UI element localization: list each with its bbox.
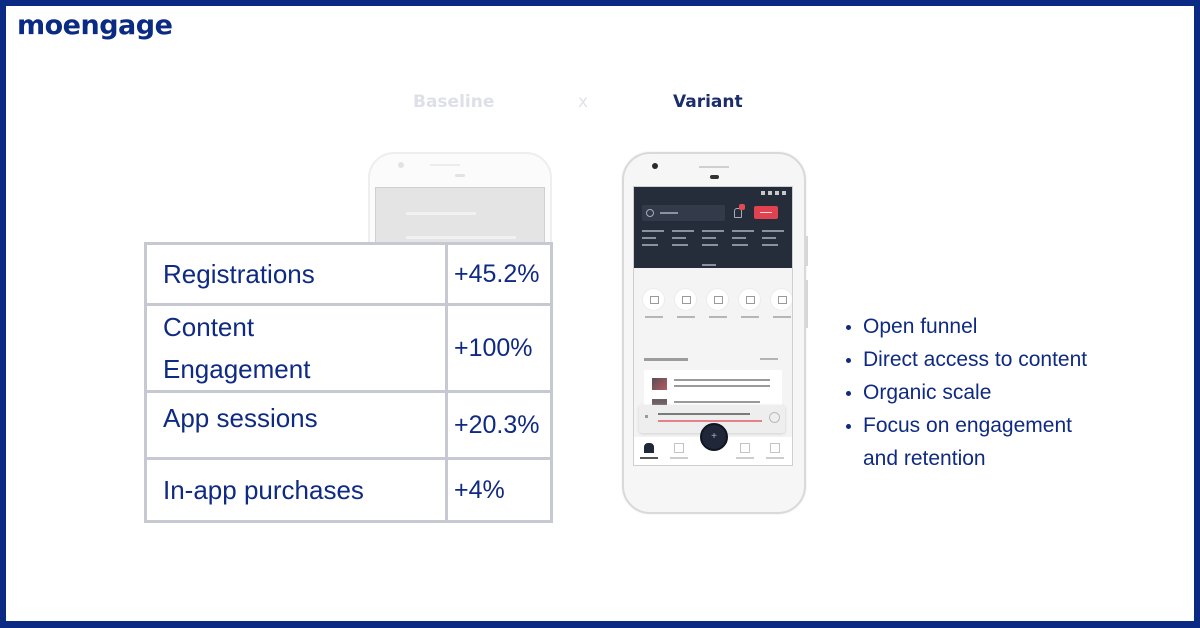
versus-separator: x	[578, 92, 589, 112]
metric-label-line: Content	[163, 312, 255, 342]
grid-icon	[770, 443, 780, 453]
cart-icon	[740, 443, 750, 453]
baseline-screen-text-placeholder	[406, 236, 516, 239]
benefit-text: Open funnel	[863, 315, 978, 338]
news-headline-line	[674, 385, 770, 387]
metric-label-line: Engagement	[163, 354, 311, 384]
drag-handle[interactable]	[702, 264, 716, 266]
add-fab-button[interactable]: +	[700, 423, 728, 451]
table-row: App sessions +20.3%	[144, 390, 553, 460]
list-item: Direct access to content	[846, 343, 1133, 376]
bullet-icon	[846, 391, 851, 396]
list-item: Organic scale	[846, 376, 1133, 409]
results-table: Registrations +45.2% Content Engagement …	[144, 242, 553, 523]
market-ticker	[702, 230, 724, 251]
exchange-icon	[674, 288, 697, 311]
folder-icon	[674, 443, 684, 453]
news-icon	[706, 288, 729, 311]
news-thumbnail	[652, 378, 667, 390]
table-row: Content Engagement +100%	[144, 303, 553, 393]
news-see-all-link[interactable]	[760, 358, 778, 360]
metric-label: Registrations	[144, 242, 448, 306]
benefits-list: Open funnel Direct access to content Org…	[846, 310, 1133, 475]
list-item: Open funnel	[846, 310, 1133, 343]
notification-badge	[739, 204, 745, 210]
status-bar	[761, 191, 786, 195]
metric-label: In-app purchases	[144, 457, 448, 523]
app-cta-button[interactable]	[754, 206, 778, 219]
benefit-text: Organic scale	[863, 381, 992, 404]
market-ticker	[762, 230, 784, 251]
phone-speaker	[430, 164, 460, 166]
shortcut-item[interactable]	[706, 288, 729, 318]
chart-icon	[738, 288, 761, 311]
nav-item-home[interactable]	[638, 443, 660, 459]
metric-label: Content Engagement	[144, 303, 448, 393]
benefit-text: Direct access to content	[863, 348, 1088, 371]
shortcut-item[interactable]	[770, 288, 792, 318]
metric-label: App sessions	[144, 390, 448, 460]
phone-side-button	[806, 236, 808, 266]
variant-phone-mockup: +	[622, 152, 808, 514]
benefit-text: and retention	[863, 447, 986, 470]
benefit-text: Focus on engagement	[863, 414, 1072, 437]
baseline-screen-title-placeholder	[406, 212, 476, 215]
table-row: Registrations +45.2%	[144, 242, 553, 306]
home-icon	[644, 443, 654, 453]
info-icon[interactable]	[769, 412, 780, 423]
toast-warning	[658, 420, 762, 422]
folder-icon	[642, 288, 665, 311]
app-search-box[interactable]	[642, 205, 725, 221]
metric-value: +20.3%	[445, 390, 553, 460]
nav-item-orders[interactable]	[734, 443, 756, 459]
app-header	[634, 187, 792, 268]
nav-item-more[interactable]	[764, 443, 786, 459]
phone-camera	[652, 163, 658, 169]
news-headline-line	[674, 401, 760, 403]
metric-value: +100%	[445, 303, 553, 393]
news-section-title	[644, 358, 688, 361]
bullet-icon	[846, 358, 851, 363]
bullet-icon	[846, 424, 851, 429]
market-ticker	[642, 230, 664, 251]
table-row: In-app purchases +4%	[144, 457, 553, 523]
market-ticker	[672, 230, 694, 251]
phone-camera	[398, 162, 404, 168]
search-icon	[646, 209, 654, 217]
bullet-icon	[846, 325, 851, 330]
shortcut-item[interactable]	[738, 288, 761, 318]
nav-item-folder[interactable]	[668, 443, 690, 459]
news-headline-line	[674, 379, 770, 381]
phone-earpiece	[710, 175, 719, 179]
shortcut-row	[642, 288, 792, 318]
variant-phone-screen: +	[633, 186, 793, 466]
metric-value: +4%	[445, 457, 553, 523]
baseline-heading: Baseline	[413, 92, 495, 112]
add-icon: +	[711, 431, 717, 442]
moengage-logo: moengage	[17, 10, 173, 41]
list-item: Focus on engagement and retention	[846, 409, 1133, 475]
phone-earpiece	[455, 174, 465, 177]
variant-heading: Variant	[673, 92, 743, 112]
phone-speaker	[699, 166, 729, 168]
close-icon[interactable]	[645, 415, 648, 418]
play-icon	[770, 288, 792, 311]
phone-side-button	[806, 280, 808, 328]
shortcut-item[interactable]	[674, 288, 697, 318]
search-placeholder	[660, 212, 678, 214]
metric-value: +45.2%	[445, 242, 553, 306]
toast-message	[658, 413, 750, 415]
market-ticker	[732, 230, 754, 251]
shortcut-item[interactable]	[642, 288, 665, 318]
